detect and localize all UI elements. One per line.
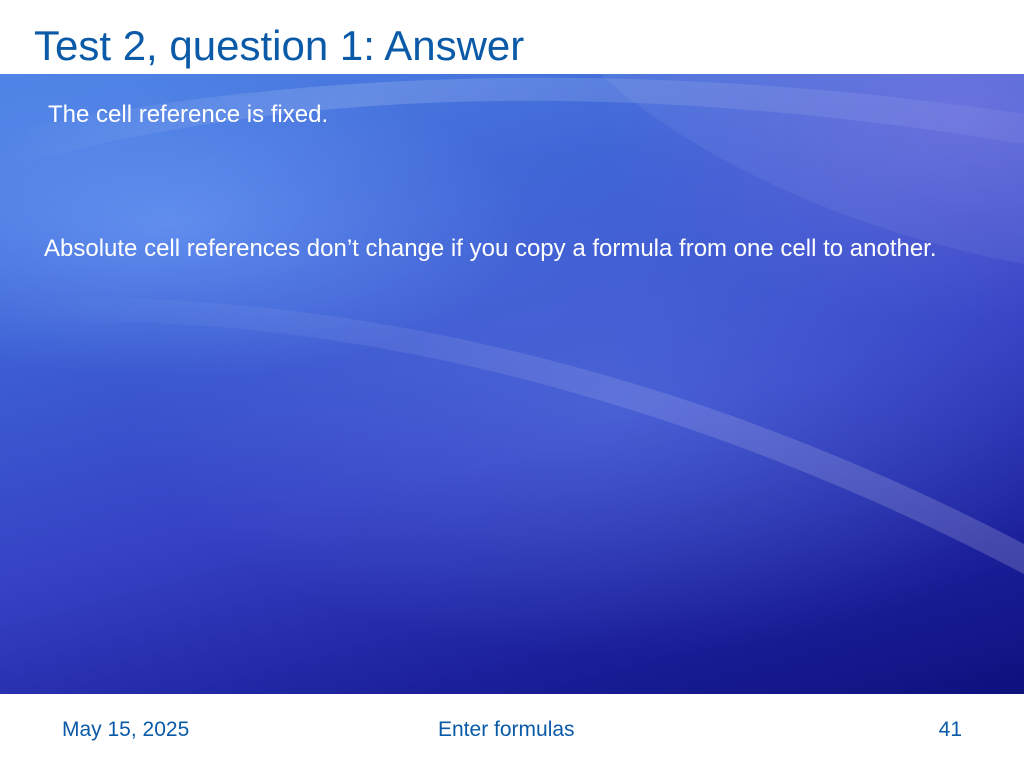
explanation-text: Absolute cell references don’t change if…	[44, 235, 937, 262]
slide-title: Test 2, question 1: Answer	[34, 22, 525, 69]
page-number: 41	[938, 718, 962, 741]
footer-title: Enter formulas	[438, 718, 575, 741]
background-swoosh	[0, 74, 1024, 574]
slide: Test 2, question 1: Answer The cell refe…	[0, 0, 1024, 768]
footer-date: May 15, 2025	[62, 718, 190, 741]
footer: May 15, 2025 Enter formulas 41	[0, 694, 1024, 768]
content-area: The cell reference is fixed. Absolute ce…	[0, 74, 1024, 694]
answer-text: The cell reference is fixed.	[48, 101, 329, 128]
title-bar: Test 2, question 1: Answer	[0, 0, 1024, 74]
